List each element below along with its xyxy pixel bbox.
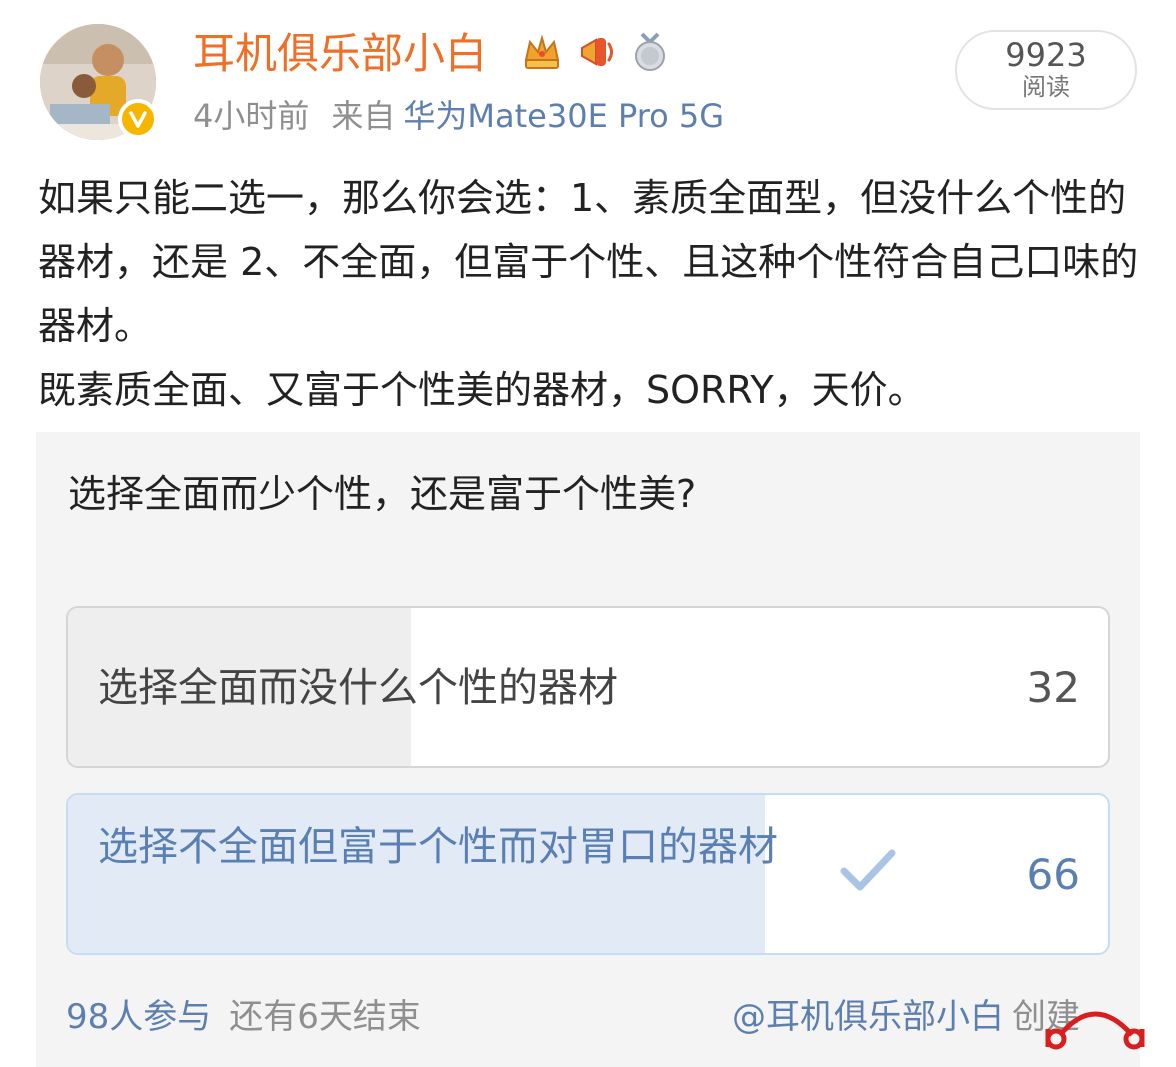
silver-answer-medal-icon[interactable] [626, 28, 674, 76]
read-label: 阅读 [1022, 73, 1070, 101]
poll-time-left: 还有6天结束 [229, 997, 421, 1037]
poll-question: 选择全面而少个性，还是富于个性美? [68, 472, 697, 516]
poll-creator-link[interactable]: @耳机俱乐部小白 [732, 997, 1004, 1037]
read-count: 9923 [1005, 36, 1087, 74]
medal-row [518, 28, 674, 76]
user-name[interactable]: 耳机俱乐部小白 [193, 26, 487, 82]
poll-option-label: 选择全面而没什么个性的器材 [98, 665, 618, 711]
post-body: 如果只能二选一，那么你会选：1、素质全面型，但没什么个性的器材，还是 2、不全面… [38, 166, 1148, 422]
poll-option-count: 66 [1026, 850, 1080, 899]
post-paragraph: 既素质全面、又富于个性美的器材，SORRY，天价。 [38, 368, 926, 412]
poll-option-count: 32 [1026, 663, 1080, 712]
verified-badge-icon [118, 99, 158, 139]
megaphone-medal-icon[interactable] [572, 28, 620, 76]
post-paragraph: 如果只能二选一，那么你会选：1、素质全面型，但没什么个性的器材，还是 2、不全面… [38, 176, 1139, 348]
poll-participants[interactable]: 98人参与 [66, 997, 211, 1037]
post-meta: 4小时前 来自 华为Mate30E Pro 5G [193, 94, 724, 138]
source-label: 来自 [331, 97, 396, 135]
source-device-link[interactable]: 华为Mate30E Pro 5G [403, 97, 724, 135]
poll-card: 选择全面而少个性，还是富于个性美? 选择全面而没什么个性的器材 32 选择不全面… [36, 432, 1140, 1067]
post-time: 4小时前 [193, 97, 310, 135]
poll-option-selected[interactable]: 选择不全面但富于个性而对胃口的器材 66 [66, 793, 1110, 955]
poll-option-label: 选择不全面但富于个性而对胃口的器材 [98, 824, 778, 870]
post-header: 耳机俱乐部小白 4小时前 来自 华为Mate30E Pro 5G 9923 阅读 [0, 0, 1176, 160]
check-icon [840, 849, 896, 891]
poll-footer: 98人参与 还有6天结束 @耳机俱乐部小白 创建 [66, 995, 1110, 1039]
headphone-watermark-icon [1045, 1011, 1145, 1050]
crown-medal-icon[interactable] [518, 28, 566, 76]
read-count-badge: 9923 阅读 [955, 30, 1137, 110]
poll-option[interactable]: 选择全面而没什么个性的器材 32 [66, 606, 1110, 768]
